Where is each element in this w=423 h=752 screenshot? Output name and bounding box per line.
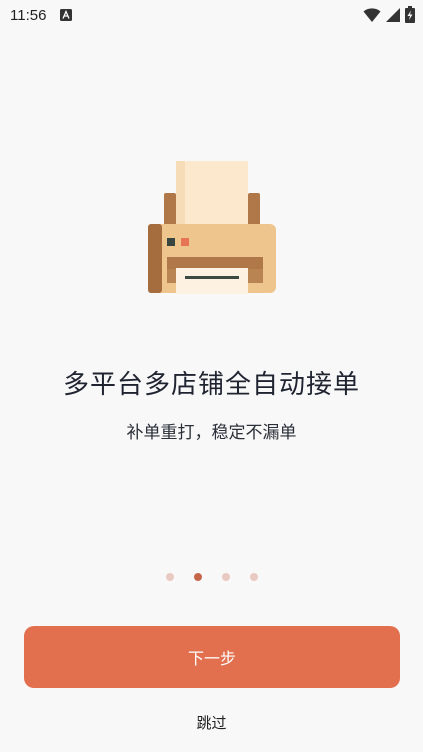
page-dot-3	[221, 573, 230, 581]
onboarding-title: 多平台多店铺全自动接单	[62, 370, 360, 400]
page-dot-2-active	[193, 573, 202, 581]
battery-charging-icon	[405, 6, 415, 27]
status-icons	[363, 6, 415, 27]
status-bar: 11:56	[0, 0, 423, 30]
status-time: 11:56	[10, 6, 47, 24]
page-dot-1	[165, 573, 174, 581]
page-dot-4	[249, 573, 258, 581]
cell-signal-icon	[385, 7, 401, 27]
next-button[interactable]: 下一步	[24, 626, 400, 688]
skip-button[interactable]: 跳过	[0, 712, 423, 733]
wifi-icon	[363, 7, 381, 27]
onboarding-subtitle: 补单重打，稳定不漏单	[126, 423, 297, 443]
font-download-icon	[60, 9, 73, 21]
page-indicator	[0, 573, 423, 581]
receipt-printer-icon	[145, 158, 279, 294]
